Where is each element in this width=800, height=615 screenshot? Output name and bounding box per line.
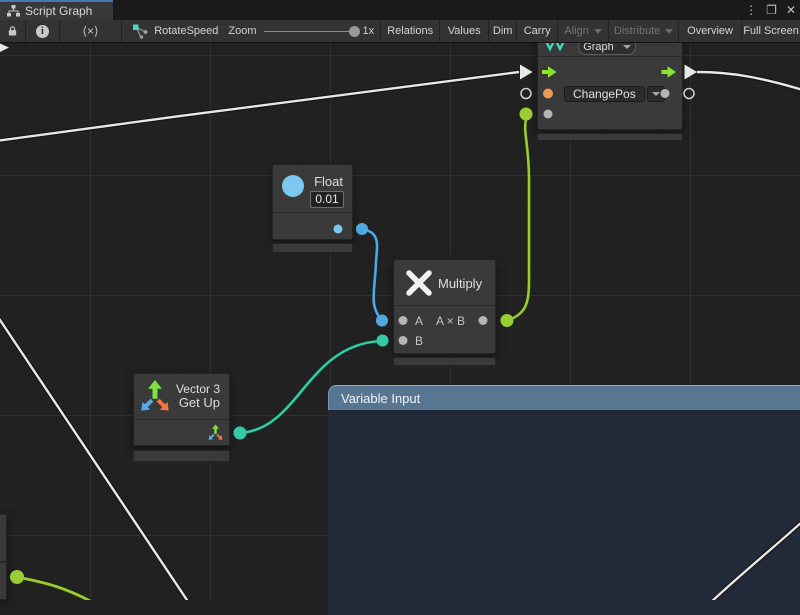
node-clipped-left[interactable] (0, 514, 7, 600)
carry-button[interactable]: Carry (517, 20, 558, 42)
distribute-dropdown[interactable]: Distribute (609, 20, 679, 42)
port-out-label: A × B (436, 314, 465, 328)
code-view-button[interactable]: ⟨×⟩ (60, 20, 122, 42)
vector3-icon (140, 379, 170, 413)
window-menu-icon[interactable]: ⋮ (745, 3, 757, 17)
node-divider (134, 419, 229, 420)
group-title: Variable Input (341, 391, 420, 406)
node-divider (538, 56, 682, 57)
node-title: Vector 3 Get Up (176, 382, 220, 410)
node-vector3-get-up[interactable]: Vector 3 Get Up (133, 373, 230, 446)
node-divider (273, 212, 352, 213)
zoom-slider-knob[interactable] (349, 26, 360, 37)
chevron-down-icon (652, 92, 660, 96)
lock-icon (8, 25, 17, 37)
overview-label: Overview (687, 25, 733, 37)
tab-script-graph[interactable]: Script Graph (0, 0, 113, 20)
changepos-dropdown[interactable]: ChangePos (564, 86, 665, 102)
vector3-output-port-icon[interactable] (207, 424, 224, 441)
chevron-down-icon (665, 29, 673, 34)
group-variable-input[interactable]: Variable Input (328, 385, 800, 615)
float-value-input[interactable]: 0.01 (310, 191, 344, 208)
info-icon: i (36, 25, 49, 38)
code-icon: ⟨×⟩ (82, 24, 98, 38)
node-title: Multiply (438, 276, 482, 291)
zoom-control: Zoom 1x (228, 20, 380, 42)
tab-label: Script Graph (25, 4, 92, 18)
node-divider (394, 305, 495, 306)
node-multiply-footer[interactable] (393, 357, 496, 366)
title-bar: Script Graph ⋮ ❐ ✕ (0, 0, 800, 20)
overview-button[interactable]: Overview (679, 20, 742, 42)
node-divider (0, 561, 6, 563)
multiply-icon (404, 268, 434, 298)
relations-label: Relations (387, 25, 433, 37)
node-multiply[interactable]: Multiply A A × B B (393, 259, 496, 354)
node-event-footer[interactable] (537, 133, 683, 141)
dim-label: Dim (493, 25, 513, 37)
window-controls: ⋮ ❐ ✕ (745, 0, 796, 20)
zoom-value: 1x (363, 25, 375, 37)
graph-hierarchy-icon (7, 5, 20, 17)
port-b-label: B (415, 334, 423, 348)
distribute-label: Distribute (614, 25, 660, 37)
float-type-icon (281, 174, 305, 198)
chevron-down-icon (623, 45, 631, 49)
zoom-slider[interactable] (264, 31, 356, 32)
changepos-value: ChangePos (564, 86, 645, 102)
port-a-label: A (415, 314, 423, 328)
values-button[interactable]: Values (440, 20, 489, 42)
graph-name-label: RotateSpeed (154, 25, 218, 37)
graph-toolbar: i ⟨×⟩ RotateSpeed Zoom 1x Relations Valu… (0, 20, 800, 43)
align-label: Align (564, 25, 588, 37)
dim-button[interactable]: Dim (489, 20, 517, 42)
node-float[interactable]: Float 0.01 (272, 164, 353, 240)
full-screen-button[interactable]: Full Screen (742, 20, 800, 42)
chevron-down-icon (594, 29, 602, 34)
vector3-label: Vector 3 (176, 382, 220, 396)
relations-button[interactable]: Relations (380, 20, 440, 42)
graph-asset-icon (132, 24, 148, 39)
full-screen-label: Full Screen (743, 25, 799, 37)
align-dropdown[interactable]: Align (558, 20, 609, 42)
node-title: Float (314, 174, 343, 189)
node-event-graph[interactable]: Graph ChangePos (537, 30, 683, 130)
group-header[interactable]: Variable Input (328, 385, 800, 410)
graph-breadcrumb[interactable]: RotateSpeed (122, 20, 228, 42)
maximize-icon[interactable]: ❐ (766, 3, 777, 17)
carry-label: Carry (524, 25, 551, 37)
lock-button[interactable] (0, 20, 26, 42)
get-up-label: Get Up (176, 396, 220, 410)
values-label: Values (448, 25, 481, 37)
node-float-footer[interactable] (272, 243, 353, 253)
info-button[interactable]: i (26, 20, 60, 42)
close-icon[interactable]: ✕ (786, 3, 796, 17)
dropdown-arrow[interactable] (647, 86, 665, 102)
group-body (328, 410, 800, 615)
node-vector3-footer[interactable] (133, 450, 230, 462)
zoom-label: Zoom (228, 25, 256, 37)
